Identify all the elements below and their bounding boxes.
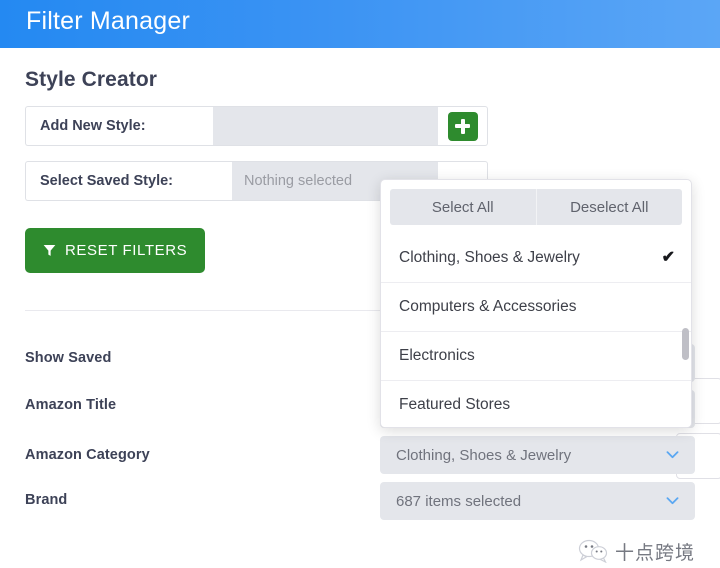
category-option-featured-stores[interactable]: Featured Stores [381,381,691,427]
watermark: 十点跨境 [578,534,695,568]
brand-value: 687 items selected [396,492,522,510]
page-body: Style Creator Add New Style: Select Save… [0,48,720,564]
filter-label-amazon-title: Amazon Title [25,397,117,413]
deselect-all-button[interactable]: Deselect All [535,189,683,225]
popup-scrollbar-thumb[interactable] [682,328,689,360]
filter-control-amazon-category[interactable]: Clothing, Shoes & Jewelry [380,436,695,474]
select-saved-style-label: Select Saved Style: [25,161,232,201]
filter-label-show-saved: Show Saved [25,350,112,366]
plus-icon [455,118,470,134]
add-style-button[interactable] [447,111,478,141]
add-new-style-group: Add New Style: [25,106,488,146]
wechat-icon [578,539,608,563]
option-label: Electronics [399,347,475,364]
category-option-list[interactable]: Clothing, Shoes & Jewelry ✔ Computers & … [381,234,691,427]
filter-label-brand: Brand [25,492,68,508]
app-header: Filter Manager [0,0,720,48]
option-label: Computers & Accessories [399,298,577,315]
filter-label-amazon-category: Amazon Category [25,447,150,463]
add-new-style-label: Add New Style: [25,106,213,146]
category-option-clothing[interactable]: Clothing, Shoes & Jewelry ✔ [381,234,691,283]
add-new-style-button-wrap [438,106,488,146]
chevron-down-icon [666,451,679,459]
reset-filters-label: RESET FILTERS [65,242,188,259]
category-option-electronics[interactable]: Electronics [381,332,691,381]
page-title: Filter Manager [26,7,190,35]
watermark-text: 十点跨境 [615,541,696,564]
category-option-computers[interactable]: Computers & Accessories [381,283,691,332]
check-icon: ✔ [661,249,675,266]
funnel-icon [43,244,56,256]
select-all-button[interactable]: Select All [390,189,536,225]
popup-action-bar: Select All Deselect All [390,189,682,225]
reset-filters-button[interactable]: RESET FILTERS [25,228,206,273]
section-title: Style Creator [25,68,158,91]
option-label: Featured Stores [399,396,511,413]
chevron-down-icon-brand [666,497,679,505]
amazon-category-value: Clothing, Shoes & Jewelry [396,446,572,464]
add-new-style-input[interactable] [213,106,438,146]
option-label: Clothing, Shoes & Jewelry [399,249,580,266]
filter-control-brand[interactable]: 687 items selected [380,482,695,520]
category-dropdown-popup: Select All Deselect All Clothing, Shoes … [380,179,692,428]
